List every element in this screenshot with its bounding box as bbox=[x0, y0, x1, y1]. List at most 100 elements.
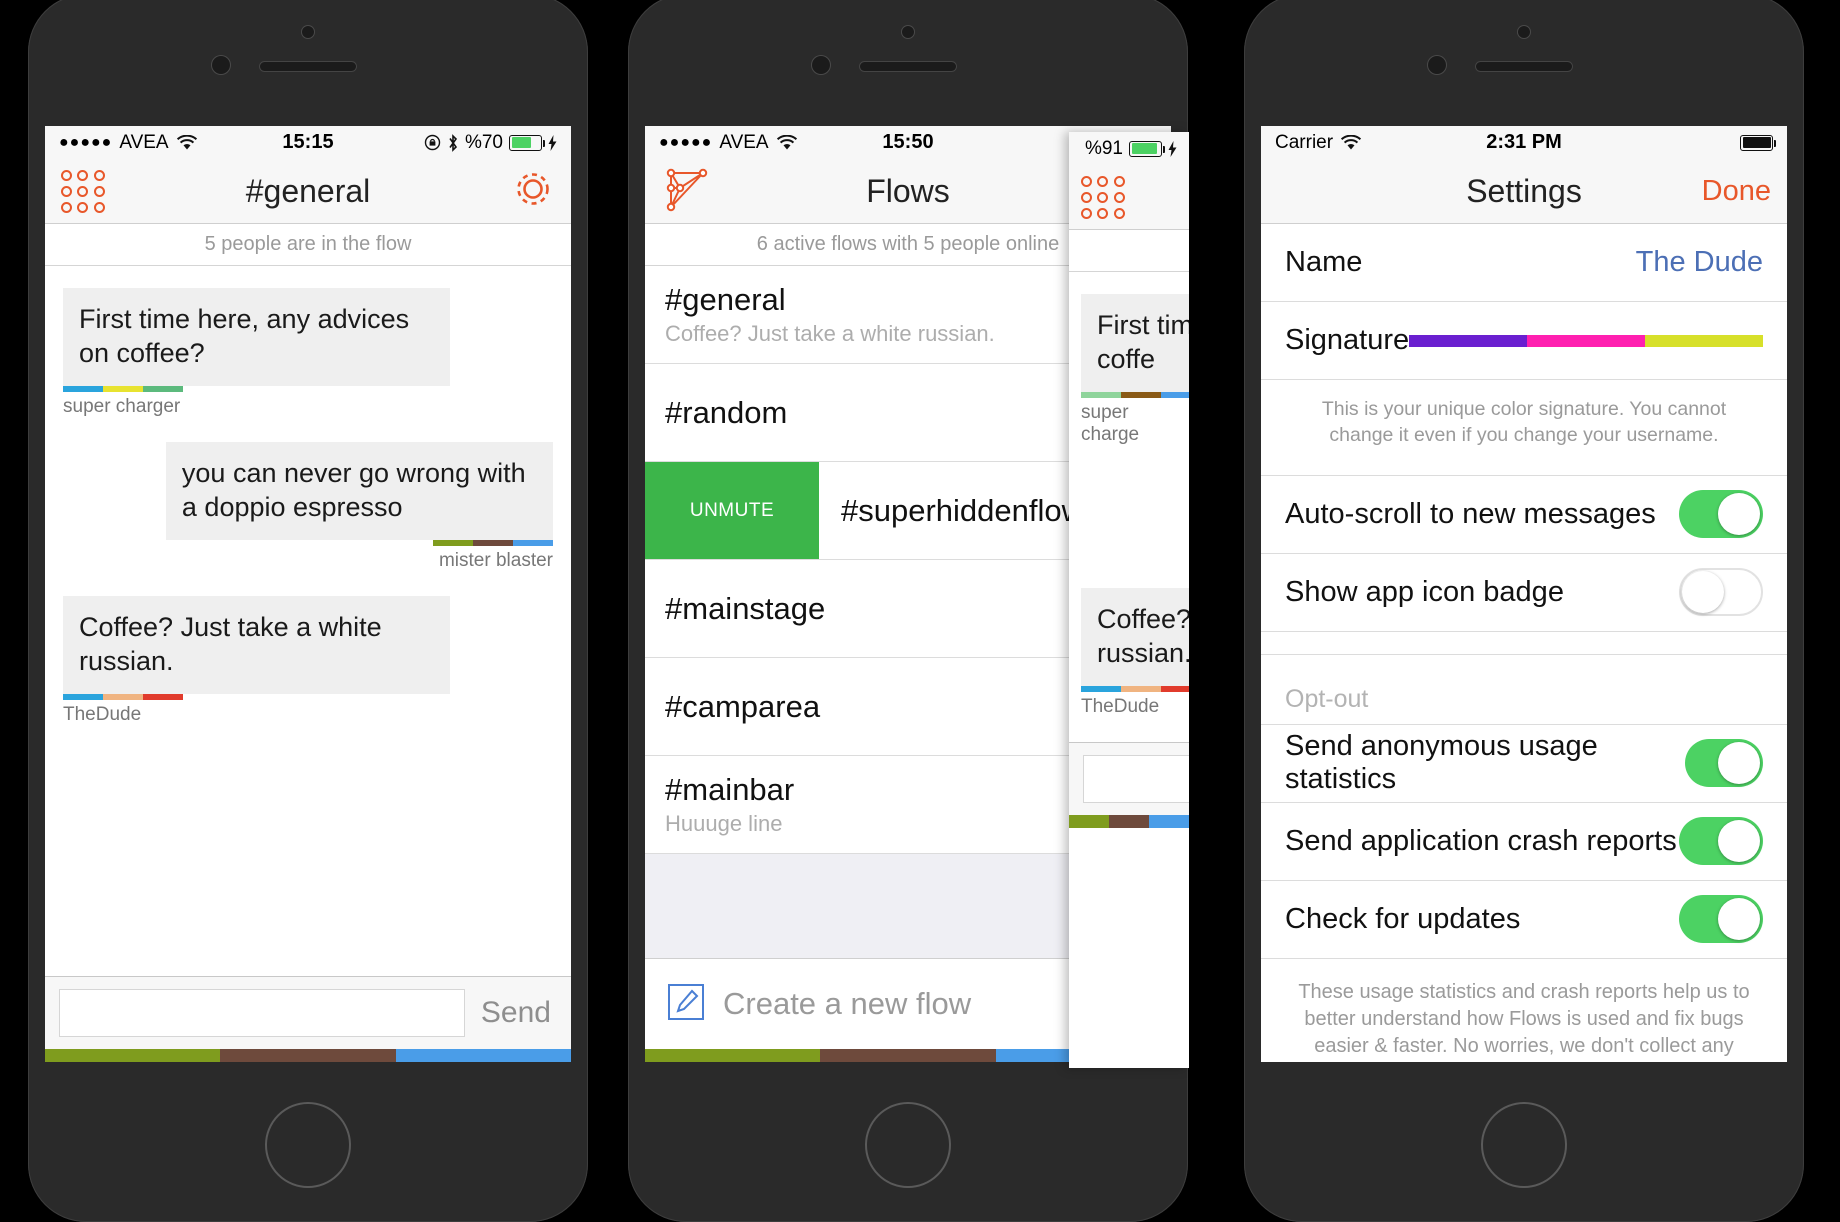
author-signature-bar bbox=[63, 694, 183, 701]
author-signature-bar bbox=[1081, 392, 1189, 399]
message-bubble: you can never go wrong with a doppio esp… bbox=[165, 442, 553, 541]
crash-reports-toggle[interactable] bbox=[1679, 817, 1763, 866]
settings-row-updates[interactable]: Check for updates bbox=[1261, 880, 1787, 959]
home-button[interactable] bbox=[1481, 1102, 1567, 1188]
flow-name: #camparea bbox=[665, 688, 821, 724]
home-button[interactable] bbox=[865, 1102, 951, 1188]
message-author: super charger bbox=[63, 396, 181, 418]
settings-row-crash-reports[interactable]: Send application crash reports bbox=[1261, 802, 1787, 881]
unmute-button[interactable]: UNMUTE bbox=[645, 462, 819, 559]
page-title: #general bbox=[245, 172, 371, 209]
message-author: TheDude bbox=[63, 704, 142, 726]
grid-icon[interactable] bbox=[61, 169, 105, 213]
signature-note: This is your unique color signature. You… bbox=[1261, 380, 1787, 476]
message-author: mister blaster bbox=[438, 550, 553, 572]
status-time: 2:31 PM bbox=[1486, 131, 1562, 153]
badge-toggle[interactable] bbox=[1679, 568, 1763, 617]
home-button[interactable] bbox=[265, 1102, 351, 1188]
settings-footer-note: These usage statistics and crash reports… bbox=[1298, 980, 1750, 1062]
compose-icon bbox=[667, 983, 705, 1026]
message-author: super charge bbox=[1081, 402, 1140, 446]
status-bar: ●●●●● AVEA 15:15 %70 bbox=[45, 126, 571, 159]
optout-section-header: Opt-out bbox=[1261, 654, 1787, 725]
presence-subbar: 5 people are in the flow bbox=[45, 224, 571, 266]
nav-bar-peek bbox=[1069, 165, 1189, 230]
message-composer: Send bbox=[45, 976, 571, 1049]
settings-row-name[interactable]: Name The Dude bbox=[1261, 224, 1787, 302]
gear-icon[interactable] bbox=[511, 167, 555, 216]
chat-message: Coffee? russian. TheDude bbox=[1081, 588, 1189, 718]
settings-label: Check for updates bbox=[1285, 902, 1521, 935]
grid-icon[interactable] bbox=[1081, 175, 1125, 219]
author-signature-bar bbox=[433, 540, 553, 547]
settings-label: Show app icon badge bbox=[1285, 575, 1564, 608]
flow-name: #mainstage bbox=[665, 590, 826, 626]
earpiece-speaker bbox=[260, 62, 356, 71]
signature-color-bar bbox=[1409, 334, 1764, 347]
chat-message: First time here, any advices on coffee? … bbox=[63, 288, 451, 418]
phone-device-settings: Carrier 2:31 PM Settings Done Name The D… bbox=[1244, 0, 1804, 1222]
flows-network-logo[interactable] bbox=[661, 163, 713, 220]
battery-icon bbox=[1740, 134, 1776, 151]
earpiece-speaker bbox=[1476, 62, 1572, 71]
proximity-sensor-icon bbox=[812, 56, 830, 74]
status-right: %91 bbox=[1085, 138, 1177, 160]
battery-icon bbox=[1129, 140, 1165, 157]
screenshot-stage: ●●●●● AVEA 15:15 %70 #general 5 people a… bbox=[0, 0, 1840, 1222]
screen-settings: Carrier 2:31 PM Settings Done Name The D… bbox=[1261, 126, 1787, 1062]
message-bubble: First tim on coffe bbox=[1081, 294, 1189, 393]
chat-message: Coffee? Just take a white russian. TheDu… bbox=[63, 596, 451, 726]
settings-label: Send application crash reports bbox=[1285, 824, 1677, 857]
settings-row-autoscroll[interactable]: Auto-scroll to new messages bbox=[1261, 475, 1787, 554]
settings-label: Send anonymous usage statistics bbox=[1285, 730, 1598, 796]
bluetooth-icon bbox=[449, 133, 458, 152]
settings-row-usage-stats[interactable]: Send anonymous usage statistics bbox=[1261, 724, 1787, 803]
screen-chat: ●●●●● AVEA 15:15 %70 #general 5 people a… bbox=[45, 126, 571, 1062]
screen-chat-peek: %91 First tim on coffe super charge bbox=[1069, 132, 1189, 1068]
proximity-sensor-icon bbox=[1428, 56, 1446, 74]
message-bubble: Coffee? Just take a white russian. bbox=[63, 596, 451, 695]
message-input[interactable] bbox=[1083, 755, 1189, 804]
section-gap bbox=[1261, 631, 1787, 655]
battery-icon bbox=[509, 134, 545, 151]
done-button[interactable]: Done bbox=[1702, 175, 1771, 208]
flow-name: #general bbox=[665, 282, 786, 317]
flow-name: #superhiddenflow bbox=[841, 492, 1085, 528]
front-camera-icon bbox=[902, 26, 914, 38]
message-bubble: Coffee? russian. bbox=[1081, 588, 1189, 687]
message-input[interactable] bbox=[59, 989, 465, 1037]
front-camera-icon bbox=[302, 26, 314, 38]
send-button[interactable]: Send bbox=[475, 996, 557, 1030]
settings-list: Name The Dude Signature This is your uni… bbox=[1261, 224, 1787, 1062]
settings-label: Signature bbox=[1285, 324, 1410, 356]
charging-bolt-icon bbox=[548, 134, 557, 151]
settings-value: The Dude bbox=[1635, 246, 1763, 278]
message-author: TheDude bbox=[1081, 696, 1160, 718]
flow-name: #random bbox=[665, 394, 788, 430]
proximity-sensor-icon bbox=[212, 56, 230, 74]
usage-stats-toggle[interactable] bbox=[1685, 739, 1763, 788]
status-bar-peek: %91 bbox=[1069, 132, 1189, 165]
message-bubble: First time here, any advices on coffee? bbox=[63, 288, 451, 387]
flow-preview: Huuuge line bbox=[665, 811, 783, 836]
autoscroll-toggle[interactable] bbox=[1679, 490, 1763, 539]
status-bar: Carrier 2:31 PM bbox=[1261, 126, 1787, 159]
front-camera-icon bbox=[1518, 26, 1530, 38]
settings-label: Name bbox=[1285, 246, 1363, 278]
battery-percent-label: %91 bbox=[1084, 137, 1123, 159]
rotation-lock-icon bbox=[424, 134, 441, 151]
status-right bbox=[1740, 134, 1776, 151]
chat-message: First tim on coffe super charge bbox=[1081, 294, 1189, 446]
updates-toggle[interactable] bbox=[1679, 895, 1763, 944]
status-right: %70 bbox=[424, 132, 557, 154]
settings-label: Auto-scroll to new messages bbox=[1285, 497, 1656, 530]
earpiece-speaker bbox=[860, 62, 956, 71]
create-flow-label: Create a new flow bbox=[723, 986, 972, 1021]
presence-subbar-peek bbox=[1069, 230, 1189, 272]
nav-bar-settings: Settings Done bbox=[1261, 159, 1787, 224]
author-signature-bar bbox=[1081, 686, 1189, 693]
settings-row-badge[interactable]: Show app icon badge bbox=[1261, 553, 1787, 632]
chat-message-list-peek: First tim on coffe super charge Coffee? … bbox=[1069, 272, 1189, 743]
user-signature-bar bbox=[45, 1049, 571, 1062]
nav-bar-chat: #general bbox=[45, 159, 571, 224]
